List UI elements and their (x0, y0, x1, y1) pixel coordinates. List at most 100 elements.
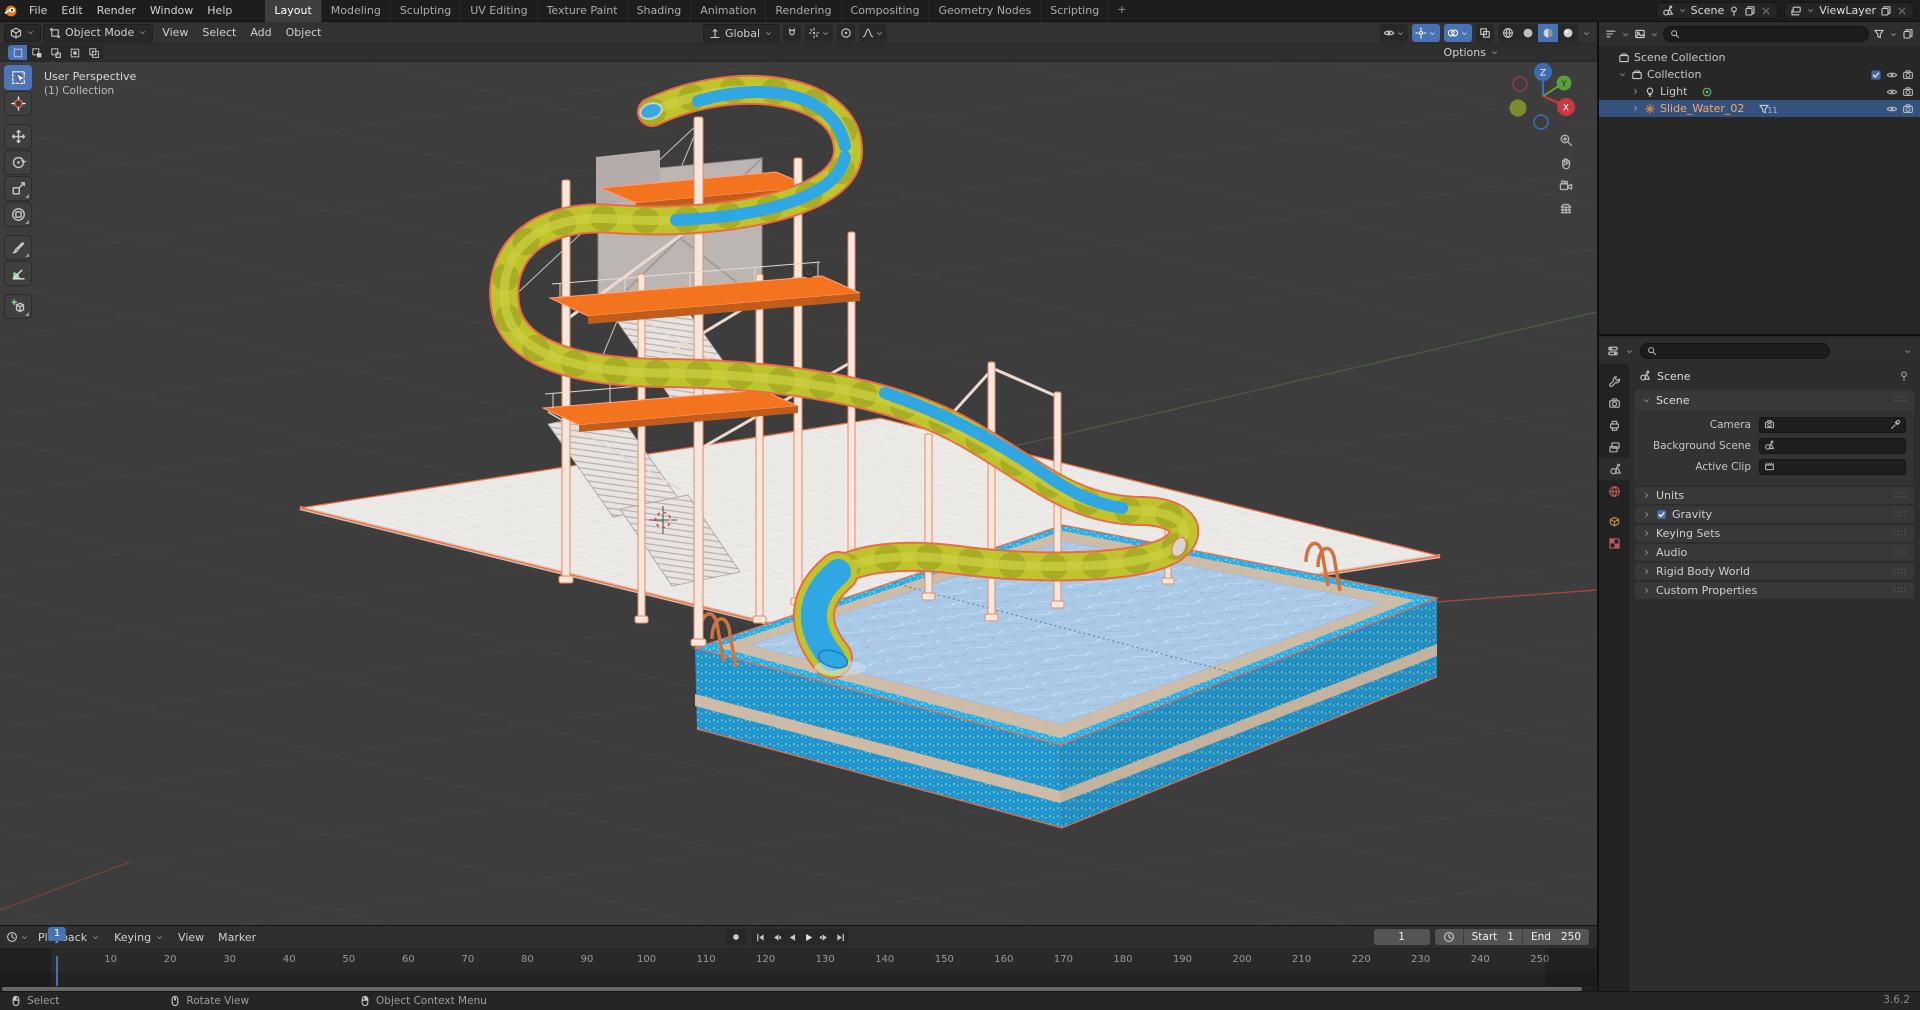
tool-scale[interactable] (4, 176, 32, 201)
tool-move[interactable] (4, 124, 32, 149)
viewlayer-selector[interactable]: ViewLayer (1784, 2, 1914, 19)
workspace-tab-modeling[interactable]: Modeling (322, 0, 391, 22)
sel-intersect-button[interactable] (84, 45, 103, 60)
properties-editor-icon[interactable] (1607, 345, 1619, 357)
checkbox-icon[interactable] (1870, 69, 1882, 81)
viewport-scene[interactable] (0, 62, 1597, 925)
properties-tab-texture[interactable] (1599, 532, 1629, 554)
chevron-down-icon[interactable] (1582, 29, 1591, 38)
workspace-tab-texture-paint[interactable]: Texture Paint (538, 0, 628, 22)
zoom-button[interactable] (1554, 128, 1578, 152)
timeline-menu-view[interactable]: View (171, 926, 211, 949)
sel-extend-button[interactable] (27, 45, 46, 60)
proportional-editing-toggle[interactable] (837, 24, 856, 42)
timeline-menu-playback[interactable]: Playback (31, 926, 107, 949)
snap-target-selector[interactable] (805, 24, 834, 42)
panel-keying-sets[interactable]: Keying Sets ∷∷ (1635, 525, 1914, 542)
jump-start-button[interactable] (752, 929, 768, 945)
panel-audio[interactable]: Audio ∷∷ (1635, 544, 1914, 561)
scene-selector[interactable]: Scene (1655, 2, 1779, 19)
eyedropper-icon[interactable] (1890, 419, 1901, 430)
menu-render[interactable]: Render (90, 0, 143, 22)
timeline-editor-icon[interactable] (6, 931, 18, 943)
playhead[interactable] (56, 956, 58, 986)
background-scene-input[interactable] (1759, 437, 1906, 454)
workspace-tab-animation[interactable]: Animation (691, 0, 767, 22)
viewport-menu-select[interactable]: Select (195, 26, 243, 39)
panel-grip[interactable]: ∷∷ (1894, 395, 1907, 405)
play-button[interactable] (800, 929, 816, 945)
duplicate-icon[interactable] (1744, 5, 1756, 17)
list-filter-icon[interactable] (1605, 28, 1617, 40)
active-clip-input[interactable] (1759, 458, 1906, 475)
camera-view-button[interactable] (1554, 174, 1578, 198)
display-mode-icon[interactable] (1634, 28, 1646, 40)
tool-transform[interactable] (4, 202, 32, 227)
xray-toggle[interactable] (1476, 24, 1494, 42)
eye-icon[interactable] (1886, 86, 1898, 98)
camera-icon[interactable] (1902, 86, 1914, 98)
panel-gravity[interactable]: Gravity ∷∷ (1635, 506, 1914, 523)
viewport-canvas[interactable]: User Perspective (1) Collection Z Y X (0, 62, 1597, 925)
blender-logo-icon[interactable] (0, 4, 22, 18)
timeline-ruler[interactable]: 10 20 30 40 50 60 70 80 90 100 110 120 130 140 150 160 1… (0, 949, 1597, 973)
workspace-tab-scripting[interactable]: Scripting (1041, 0, 1110, 22)
auto-keying-button[interactable] (726, 929, 746, 945)
panel-custom-properties[interactable]: Custom Properties ∷∷ (1635, 582, 1914, 599)
outliner-row-slide-water-02[interactable]: Slide_Water_02 11 (1599, 100, 1920, 117)
panel-grip[interactable]: ∷∷ (1894, 529, 1907, 539)
panel-grip[interactable]: ∷∷ (1894, 567, 1907, 577)
timeline-tracks[interactable] (0, 973, 1597, 986)
checkbox-icon[interactable] (1656, 509, 1667, 520)
workspace-tab-layout[interactable]: Layout (265, 0, 322, 22)
tool-select-box[interactable] (4, 65, 32, 90)
properties-tab-world[interactable] (1599, 480, 1629, 502)
camera-icon[interactable] (1902, 69, 1914, 81)
editor-type-button[interactable] (4, 23, 41, 42)
hand-button[interactable] (1554, 151, 1578, 175)
workspace-tab-uv-editing[interactable]: UV Editing (461, 0, 538, 22)
scene-panel-header[interactable]: Scene ∷∷ (1635, 390, 1914, 410)
properties-tab-viewlayer[interactable] (1599, 436, 1629, 458)
show-objects-toggle[interactable] (1380, 24, 1408, 42)
start-frame-field[interactable]: Start 1 (1464, 931, 1522, 943)
panel-grip[interactable]: ∷∷ (1894, 491, 1907, 501)
menu-window[interactable]: Window (143, 0, 200, 22)
outliner-row-collection[interactable]: Collection (1599, 66, 1920, 83)
panel-units[interactable]: Units ∷∷ (1635, 487, 1914, 504)
current-frame-badge[interactable]: 1 (47, 927, 67, 941)
tool-measure[interactable] (4, 261, 32, 286)
gizmo-toggle[interactable] (1412, 24, 1440, 42)
menu-help[interactable]: Help (200, 0, 239, 22)
current-frame-field[interactable]: 1 (1373, 929, 1430, 945)
play-back-button[interactable] (784, 929, 800, 945)
close-icon[interactable] (1896, 5, 1908, 17)
mode-selector[interactable]: Object Mode (43, 23, 154, 42)
camera-icon[interactable] (1902, 103, 1914, 115)
panel-rigid-body-world[interactable]: Rigid Body World ∷∷ (1635, 563, 1914, 580)
sel-set-button[interactable] (8, 45, 27, 60)
overlays-toggle[interactable] (1444, 24, 1472, 42)
falloff-selector[interactable] (859, 24, 888, 42)
menu-edit[interactable]: Edit (54, 0, 89, 22)
properties-search-input[interactable] (1640, 343, 1830, 359)
camera-input[interactable] (1759, 416, 1906, 433)
gizmo-neg-y-axis[interactable] (1509, 99, 1527, 117)
gizmo-neg-x-axis[interactable] (1512, 76, 1528, 92)
menu-file[interactable]: File (22, 0, 54, 22)
shading-solid-button[interactable] (1518, 24, 1538, 42)
properties-tab-output[interactable] (1599, 414, 1629, 436)
filter-funnel-icon[interactable] (1873, 28, 1885, 40)
end-frame-field[interactable]: End 250 (1523, 931, 1589, 943)
properties-tab-scene[interactable] (1599, 458, 1629, 480)
timeline-menu-keying[interactable]: Keying (107, 926, 171, 949)
duplicate-icon[interactable] (1880, 5, 1892, 17)
tool-cursor[interactable] (4, 91, 32, 116)
options-dropdown[interactable]: Options (1444, 46, 1589, 59)
tool-add-cube[interactable] (4, 294, 32, 319)
next-key-button[interactable] (816, 929, 832, 945)
outliner-search-input[interactable] (1663, 26, 1869, 42)
timeline-menu-marker[interactable]: Marker (211, 926, 263, 949)
jump-end-button[interactable] (832, 929, 848, 945)
workspace-tab-compositing[interactable]: Compositing (842, 0, 930, 22)
